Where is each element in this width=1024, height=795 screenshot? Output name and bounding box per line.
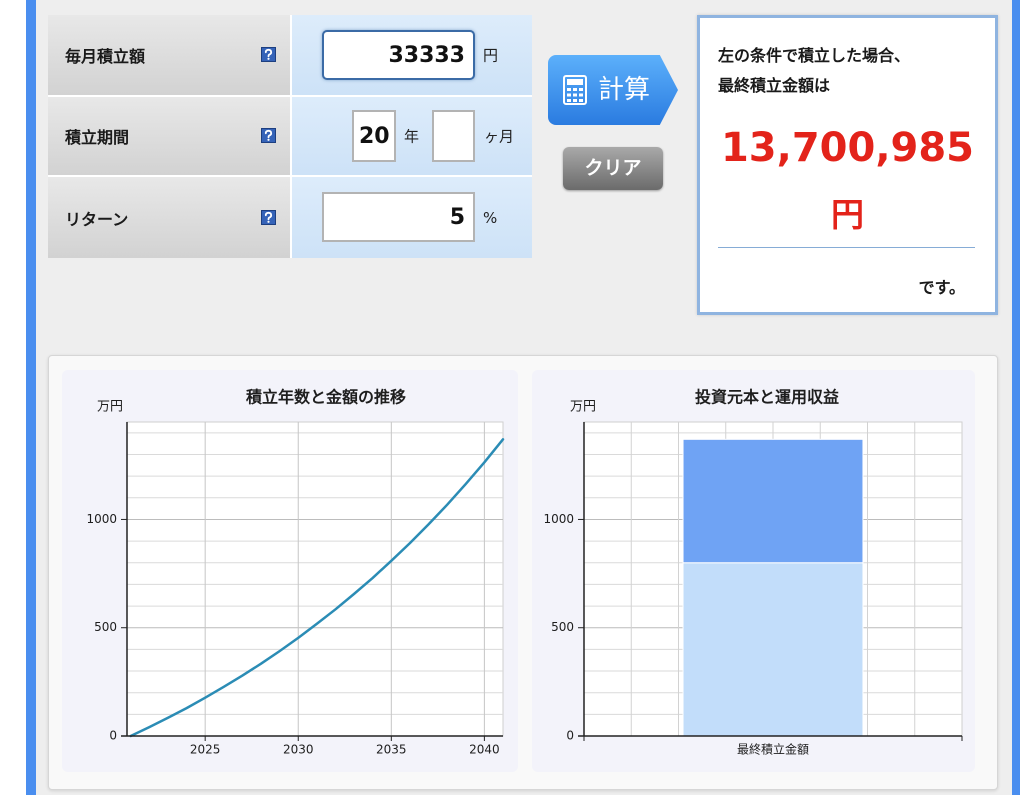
return-rate-value-cell: % [292, 177, 532, 258]
result-box: 左の条件で積立した場合、 最終積立金額は 13,700,985 円 です。 [697, 15, 998, 315]
savings-input-form: 毎月積立額 円 積立期間 年 ヶ月 [48, 15, 532, 258]
period-label: 積立期間 [65, 128, 130, 147]
y-tick-label: 500 [94, 620, 117, 634]
return-rate-input[interactable] [322, 192, 475, 242]
growth-chart-card: 積立年数と金額の推移 万円 0 500 1000 2025 2030 2035 2040 [62, 370, 518, 772]
monthly-amount-label-cell: 毎月積立額 [48, 15, 290, 95]
charts-panel: 積立年数と金額の推移 万円 0 500 1000 2025 2030 2035 2040 投… [48, 355, 998, 790]
monthly-amount-value-cell: 円 [292, 15, 532, 95]
y-axis-unit-label: 万円 [570, 400, 596, 415]
x-tick-label: 2030 [283, 743, 314, 757]
return-rate-unit: % [483, 208, 498, 227]
result-divider [718, 247, 975, 248]
monthly-amount-input[interactable] [322, 30, 475, 80]
line-chart-plot: 0 500 1000 2025 2030 2035 2040 [86, 421, 505, 757]
y-tick-label: 1000 [86, 512, 117, 526]
bar-segment-profit [682, 438, 864, 564]
period-years-input[interactable] [352, 110, 396, 162]
clear-button[interactable]: クリア [563, 147, 663, 190]
help-icon[interactable] [261, 128, 276, 143]
period-value-cell: 年 ヶ月 [292, 97, 532, 175]
result-amount: 13,700,985 [720, 125, 975, 171]
x-tick-label: 2035 [376, 743, 407, 757]
chart-title: 積立年数と金額の推移 [245, 388, 406, 407]
chart-title: 投資元本と運用収益 [695, 388, 839, 407]
help-icon[interactable] [261, 209, 276, 225]
help-icon[interactable] [261, 47, 276, 62]
breakdown-bar-chart: 投資元本と運用収益 万円 最終積立金額 0 500 1000 [543, 388, 963, 757]
calculator-icon [563, 75, 587, 105]
y-tick-label: 0 [566, 729, 574, 743]
y-tick-label: 1000 [543, 512, 574, 526]
monthly-amount-row: 毎月積立額 円 [48, 15, 532, 95]
result-suffix: です。 [918, 278, 965, 297]
period-label-cell: 積立期間 [48, 97, 290, 175]
period-months-unit: ヶ月 [484, 127, 515, 146]
calculate-button-label: 計算 [598, 75, 651, 105]
growth-line-chart: 積立年数と金額の推移 万円 0 500 1000 2025 2030 2035 2040 [86, 388, 505, 757]
return-rate-label-cell: リターン [48, 177, 290, 258]
x-tick-label: 2025 [190, 743, 221, 757]
monthly-amount-label: 毎月積立額 [65, 47, 146, 66]
result-currency: 円 [831, 195, 864, 234]
monthly-amount-unit: 円 [483, 46, 499, 65]
plot-area [126, 421, 504, 737]
result-intro-line1: 左の条件で積立した場合、 [718, 46, 911, 65]
y-tick-label: 500 [551, 620, 574, 634]
return-rate-row: リターン % [48, 177, 532, 258]
x-tick-label: 2040 [469, 743, 500, 757]
return-rate-label: リターン [65, 209, 129, 229]
frame-border-right [1012, 0, 1020, 795]
category-label: 最終積立金額 [737, 742, 809, 757]
period-years-unit: 年 [404, 127, 420, 146]
breakdown-chart-card: 投資元本と運用収益 万円 最終積立金額 0 500 1000 [532, 370, 975, 772]
period-months-input[interactable] [432, 110, 475, 162]
calculate-button[interactable]: 計算 [548, 55, 678, 125]
period-row: 積立期間 年 ヶ月 [48, 97, 532, 175]
y-tick-label: 0 [109, 729, 117, 743]
bar-chart-plot: 最終積立金額 0 500 1000 [543, 421, 963, 757]
frame-border-left [26, 0, 36, 795]
y-axis-unit-label: 万円 [97, 400, 123, 415]
result-intro-line2: 最終積立金額は [718, 76, 831, 95]
bar-segment-principal [682, 562, 864, 737]
